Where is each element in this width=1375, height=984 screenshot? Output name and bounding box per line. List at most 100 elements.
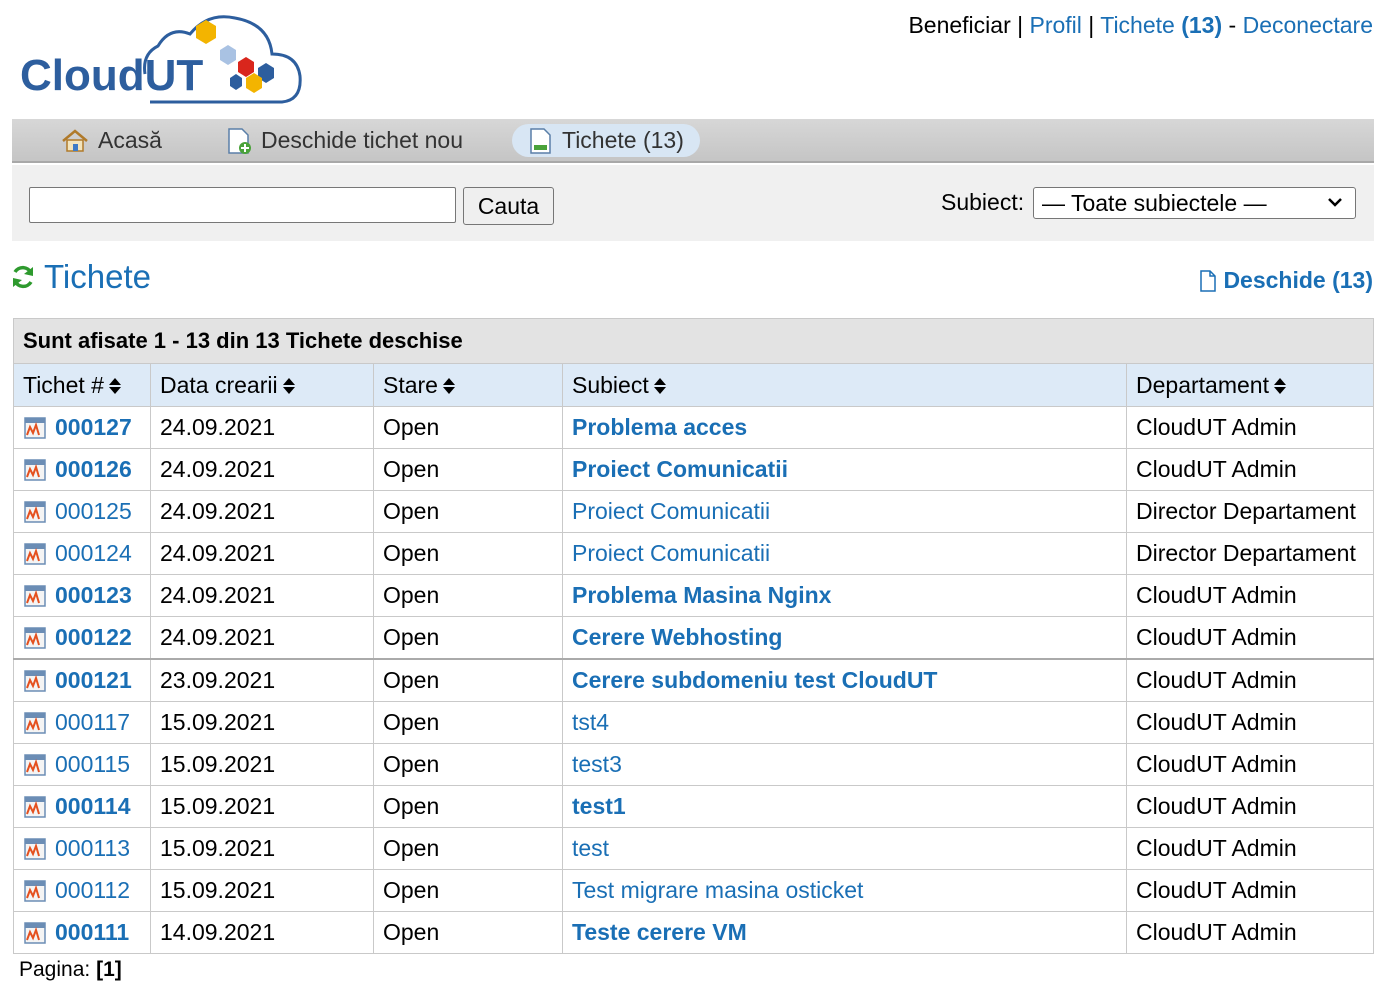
department-cell: CloudUT Admin — [1125, 911, 1375, 954]
pagination-label: Pagina: — [19, 958, 91, 981]
ticket-number-link[interactable]: 000111 — [55, 919, 129, 946]
ticket-number-link[interactable]: 000124 — [55, 540, 132, 567]
subject-cell: Teste cerere VM — [562, 911, 1127, 954]
subject-cell: Cerere subdomeniu test CloudUT — [562, 658, 1127, 702]
ticket-number-link[interactable]: 000122 — [55, 624, 132, 651]
ticket-number-link[interactable]: 000123 — [55, 582, 132, 609]
search-button[interactable]: Cauta — [463, 187, 554, 225]
nav-new-ticket-label: Deschide tichet nou — [261, 127, 464, 153]
subject-filter-select[interactable]: — Toate subiectele — — [1033, 187, 1356, 219]
department-cell: CloudUT Admin — [1125, 448, 1375, 491]
ticket-icon — [24, 584, 46, 607]
date-cell: 15.09.2021 — [150, 869, 374, 912]
tickets-link[interactable]: Tichete (13) — [1100, 12, 1222, 38]
tickets-count: (13) — [1181, 12, 1223, 38]
document-icon — [530, 127, 551, 154]
department-cell: CloudUT Admin — [1125, 827, 1375, 870]
ticket-subject-link[interactable]: test — [572, 835, 609, 861]
department-cell: CloudUT Admin — [1125, 406, 1375, 449]
svg-text:CloudUT: CloudUT — [20, 51, 203, 100]
file-icon — [1200, 269, 1217, 292]
ticket-subject-link[interactable]: Teste cerere VM — [572, 919, 747, 945]
ticket-number-link[interactable]: 000121 — [55, 667, 132, 694]
date-cell: 15.09.2021 — [150, 785, 374, 828]
column-header[interactable]: Departament — [1125, 363, 1375, 407]
sort-icon — [1273, 378, 1286, 395]
status-cell: Open — [373, 701, 563, 744]
separator: - — [1222, 12, 1243, 38]
status-cell: Open — [373, 658, 563, 702]
ticket-number-cell: 000122 — [13, 616, 151, 660]
ticket-subject-link[interactable]: Cerere subdomeniu test CloudUT — [572, 667, 937, 693]
ticket-number-link[interactable]: 000115 — [55, 751, 130, 778]
ticket-number-cell: 000125 — [13, 490, 151, 533]
nav-tickets[interactable]: Tichete (13) — [512, 124, 700, 157]
ticket-subject-link[interactable]: Cerere Webhosting — [572, 624, 782, 650]
ticket-number-cell: 000113 — [13, 827, 151, 870]
search-input[interactable] — [29, 187, 456, 223]
column-header[interactable]: Subiect — [562, 363, 1127, 407]
ticket-number-cell: 000124 — [13, 532, 151, 575]
column-header[interactable]: Tichet # — [13, 363, 151, 407]
ticket-icon — [24, 879, 46, 902]
column-header[interactable]: Stare — [373, 363, 563, 407]
subject-cell: Proiect Comunicatii — [562, 448, 1127, 491]
table-row: 000114 15.09.2021 Open test1 CloudUT Admin — [13, 785, 1375, 828]
ticket-subject-link[interactable]: Proiect Comunicatii — [572, 498, 770, 524]
subject-selected-value: — Toate subiectele — — [1042, 189, 1267, 216]
table-row: 000122 24.09.2021 Open Cerere Webhosting Clo… — [13, 616, 1375, 660]
ticket-icon — [24, 669, 46, 692]
nav-home-label: Acasă — [98, 127, 162, 153]
ticket-icon — [24, 416, 46, 439]
ticket-number-cell: 000121 — [13, 658, 151, 702]
ticket-subject-link[interactable]: tst4 — [572, 709, 609, 735]
current-page[interactable]: [1] — [96, 958, 122, 981]
open-tickets-link[interactable]: Deschide (13) — [1199, 267, 1373, 294]
table-row: 000126 24.09.2021 Open Proiect Comunicatii C… — [13, 448, 1375, 491]
column-header[interactable]: Data crearii — [150, 363, 374, 407]
ticket-number-link[interactable]: 000113 — [55, 835, 130, 862]
ticket-number-link[interactable]: 000117 — [55, 709, 130, 736]
ticket-subject-link[interactable]: Problema acces — [572, 414, 747, 440]
ticket-number-cell: 000114 — [13, 785, 151, 828]
user-role-label: Beneficiar — [908, 12, 1011, 38]
date-cell: 15.09.2021 — [150, 827, 374, 870]
ticket-icon — [24, 542, 46, 565]
column-header-label: Subiect — [572, 371, 649, 398]
ticket-subject-link[interactable]: Problema Masina Nginx — [572, 582, 831, 608]
ticket-subject-link[interactable]: Proiect Comunicatii — [572, 456, 788, 482]
ticket-subject-link[interactable]: Proiect Comunicatii — [572, 540, 770, 566]
date-cell: 24.09.2021 — [150, 574, 374, 617]
main-nav: Acasă Deschide tichet nou Tichete (13) — [12, 119, 1374, 163]
ticket-number-link[interactable]: 000114 — [55, 793, 130, 820]
column-header-label: Data crearii — [160, 371, 278, 398]
date-cell: 15.09.2021 — [150, 743, 374, 786]
nav-new-ticket[interactable]: Deschide tichet nou — [225, 124, 463, 157]
subject-cell: Problema Masina Nginx — [562, 574, 1127, 617]
subject-cell: test3 — [562, 743, 1127, 786]
ticket-subject-link[interactable]: test3 — [572, 751, 622, 777]
subject-cell: Problema acces — [562, 406, 1127, 449]
open-tickets-label: Deschide (13) — [1223, 267, 1373, 293]
sort-icon — [282, 378, 295, 395]
ticket-number-link[interactable]: 000112 — [55, 877, 130, 904]
page-title[interactable]: Tichete — [10, 258, 151, 296]
ticket-number-cell: 000112 — [13, 869, 151, 912]
logout-link[interactable]: Deconectare — [1243, 12, 1373, 38]
table-row: 000125 24.09.2021 Open Proiect Comunicatii D… — [13, 490, 1375, 533]
subject-cell: test — [562, 827, 1127, 870]
ticket-number-link[interactable]: 000126 — [55, 456, 132, 483]
profile-link[interactable]: Profil — [1030, 12, 1082, 38]
ticket-subject-link[interactable]: Test migrare masina osticket — [572, 877, 863, 903]
status-cell: Open — [373, 532, 563, 575]
ticket-number-link[interactable]: 000127 — [55, 414, 132, 441]
nav-home[interactable]: Acasă — [60, 124, 162, 157]
sort-icon — [442, 378, 455, 395]
subject-cell: Proiect Comunicatii — [562, 490, 1127, 533]
cloudut-logo[interactable]: CloudUT — [20, 4, 305, 108]
ticket-icon — [24, 626, 46, 649]
department-cell: CloudUT Admin — [1125, 869, 1375, 912]
ticket-subject-link[interactable]: test1 — [572, 793, 626, 819]
home-icon — [62, 128, 88, 152]
ticket-number-link[interactable]: 000125 — [55, 498, 132, 525]
